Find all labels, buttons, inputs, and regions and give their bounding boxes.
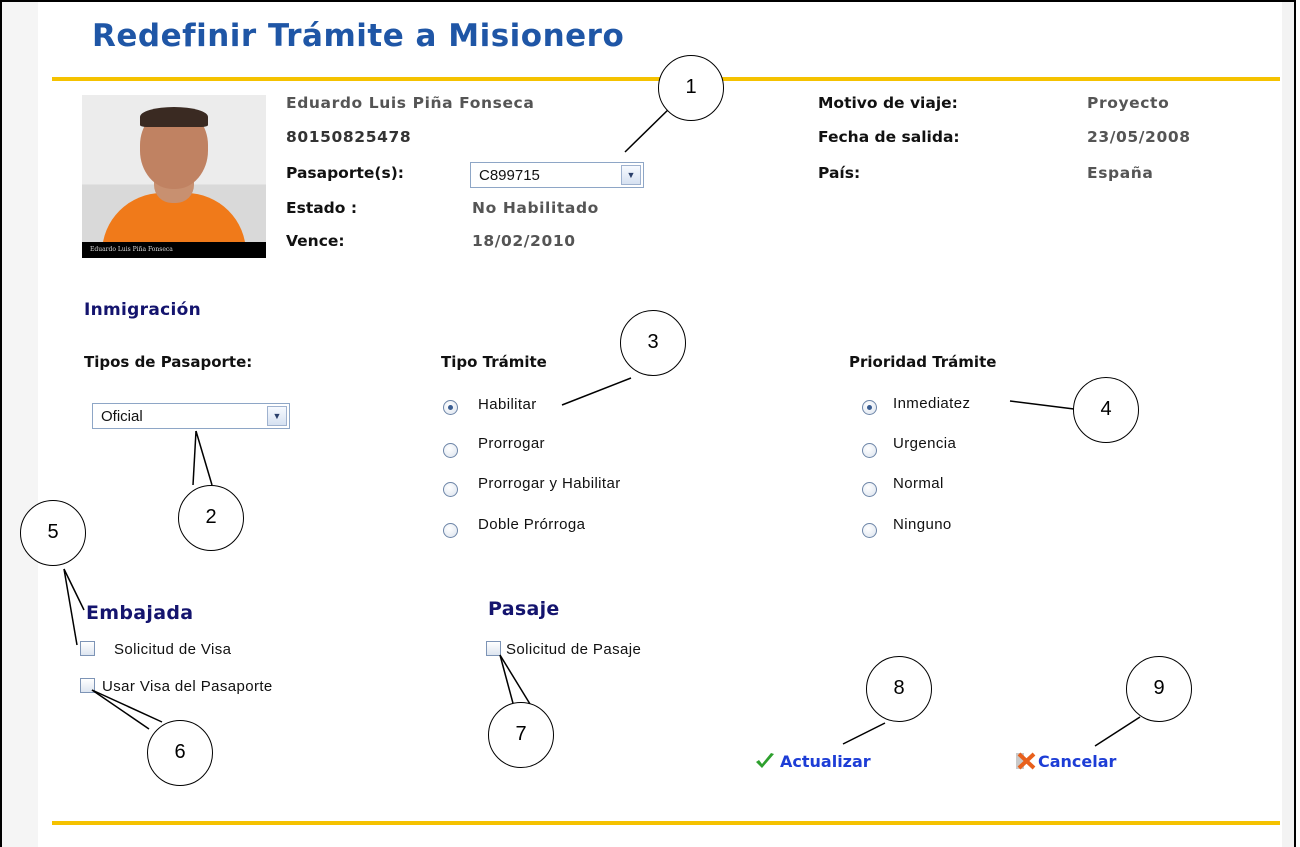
callout-3: 3 — [620, 310, 686, 376]
callout-6: 6 — [147, 720, 213, 786]
callout-9: 9 — [1126, 656, 1192, 722]
callout-8: 8 — [866, 656, 932, 722]
callout-1: 1 — [658, 55, 724, 121]
callout-7: 7 — [488, 702, 554, 768]
callout-5: 5 — [20, 500, 86, 566]
callout-2: 2 — [178, 485, 244, 551]
callout-4: 4 — [1073, 377, 1139, 443]
